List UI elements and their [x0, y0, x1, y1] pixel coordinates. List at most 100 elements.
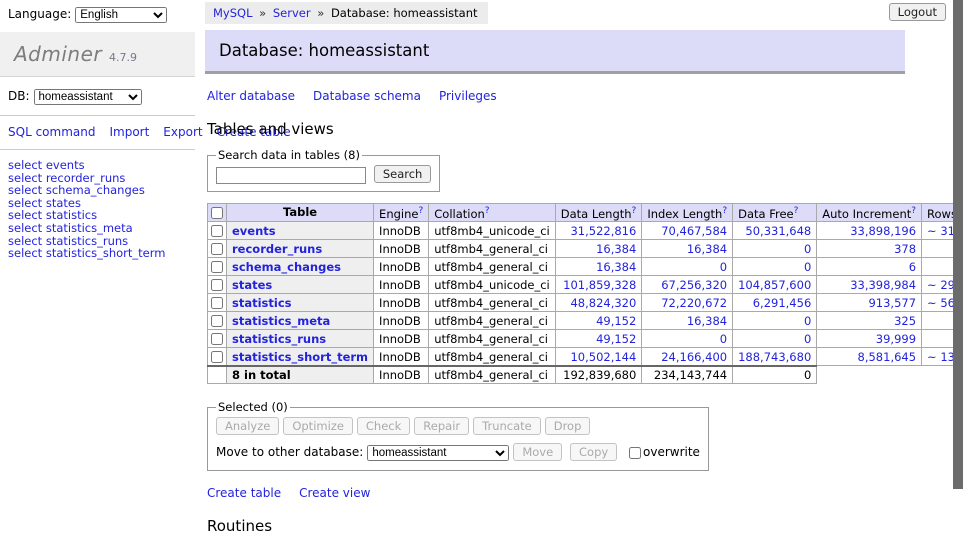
collation-cell: utf8mb4_unicode_ci [429, 276, 556, 294]
engine-cell: InnoDB [374, 330, 429, 348]
search-legend: Search data in tables (8) [216, 148, 362, 162]
help-link[interactable]: ? [485, 206, 490, 216]
row-checkbox[interactable] [211, 279, 223, 291]
index-length-link[interactable]: 72,220,672 [661, 296, 727, 310]
auto-increment-link[interactable]: 39,999 [876, 332, 916, 346]
create-link[interactable]: Create table [207, 486, 281, 500]
auto-increment-link[interactable]: 8,581,645 [858, 350, 917, 364]
data-length-link[interactable]: 10,502,144 [570, 350, 636, 364]
breadcrumb-mysql-link[interactable]: MySQL [213, 6, 253, 20]
table-row: schema_changes InnoDB utf8mb4_general_ci… [208, 258, 966, 276]
move-button[interactable]: Move [513, 443, 562, 461]
move-database-select[interactable]: homeassistant [367, 445, 509, 461]
adminer-version: 4.7.9 [109, 51, 137, 64]
sidebar-select-table-link[interactable]: select schema_changes [8, 184, 187, 197]
row-checkbox[interactable] [211, 351, 223, 363]
auto-increment-link[interactable]: 913,577 [868, 296, 916, 310]
row-checkbox[interactable] [211, 315, 223, 327]
selected-legend: Selected (0) [216, 400, 290, 414]
data-free-link[interactable]: 6,291,456 [753, 296, 812, 310]
selected-action-button[interactable]: Drop [545, 417, 591, 435]
database-action-link[interactable]: Privileges [439, 89, 497, 103]
data-length-link[interactable]: 31,522,816 [570, 224, 636, 238]
data-length-link[interactable]: 49,152 [596, 314, 636, 328]
index-length-link[interactable]: 0 [720, 332, 727, 346]
table-name-link[interactable]: statistics_meta [232, 314, 330, 328]
language-select[interactable]: English [75, 7, 167, 23]
table-name-link[interactable]: recorder_runs [232, 242, 322, 256]
database-action-link[interactable]: Alter database [207, 89, 295, 103]
selected-action-button[interactable]: Truncate [473, 417, 541, 435]
help-link[interactable]: ? [632, 206, 637, 216]
selected-action-button[interactable]: Check [357, 417, 410, 435]
table-name-link[interactable]: statistics_short_term [232, 350, 368, 364]
help-link[interactable]: ? [722, 206, 727, 216]
row-checkbox[interactable] [211, 243, 223, 255]
index-length-link[interactable]: 0 [720, 260, 727, 274]
overwrite-label: overwrite [629, 445, 700, 459]
sidebar-select-table-link[interactable]: select events [8, 159, 187, 172]
select-all-checkbox[interactable] [211, 207, 223, 219]
table-name-link[interactable]: statistics [232, 296, 292, 310]
row-checkbox[interactable] [211, 225, 223, 237]
table-create-links: Create table Create view [207, 486, 905, 500]
row-checkbox[interactable] [211, 261, 223, 273]
index-length-link[interactable]: 67,256,320 [661, 278, 727, 292]
column-header-data-free: Data Free? [733, 203, 817, 222]
help-link[interactable]: ? [794, 206, 799, 216]
search-input[interactable] [216, 167, 366, 184]
total-data-free: 0 [733, 366, 817, 384]
data-length-link[interactable]: 48,824,320 [570, 296, 636, 310]
table-name-link[interactable]: events [232, 224, 276, 238]
row-checkbox[interactable] [211, 333, 223, 345]
help-link[interactable]: ? [418, 206, 423, 216]
auto-increment-link[interactable]: 6 [909, 260, 916, 274]
auto-increment-link[interactable]: 325 [894, 314, 916, 328]
index-length-link[interactable]: 70,467,584 [661, 224, 727, 238]
search-button[interactable]: Search [374, 165, 432, 183]
data-length-link[interactable]: 101,859,328 [563, 278, 636, 292]
table-name-link[interactable]: states [232, 278, 272, 292]
logout-button[interactable]: Logout [889, 3, 946, 21]
sidebar-action-link[interactable]: SQL command [8, 125, 95, 139]
language-row: Language:English [0, 0, 195, 29]
create-link[interactable]: Create view [299, 486, 370, 500]
data-free-link[interactable]: 188,743,680 [738, 350, 811, 364]
data-free-link[interactable]: 0 [804, 332, 811, 346]
help-link[interactable]: ? [911, 206, 916, 216]
index-length-link[interactable]: 16,384 [687, 242, 727, 256]
vertical-scrollbar-thumb[interactable] [953, 0, 963, 489]
data-length-link[interactable]: 49,152 [596, 332, 636, 346]
table-row: states InnoDB utf8mb4_unicode_ci 101,859… [208, 276, 966, 294]
auto-increment-link[interactable]: 33,898,196 [850, 224, 916, 238]
auto-increment-link[interactable]: 33,398,984 [850, 278, 916, 292]
sidebar-select-table-link[interactable]: select statistics_meta [8, 222, 187, 235]
selected-action-button[interactable]: Analyze [216, 417, 279, 435]
data-free-link[interactable]: 0 [804, 314, 811, 328]
db-select[interactable]: homeassistant [34, 89, 142, 105]
total-collation: utf8mb4_general_ci [429, 366, 556, 384]
index-length-link[interactable]: 16,384 [687, 314, 727, 328]
sidebar-action-link[interactable]: Import [109, 125, 149, 139]
selected-action-button[interactable]: Repair [414, 417, 469, 435]
row-checkbox[interactable] [211, 297, 223, 309]
table-name-link[interactable]: schema_changes [232, 260, 341, 274]
copy-button[interactable]: Copy [570, 443, 617, 461]
vertical-scrollbar-track[interactable] [953, 0, 966, 543]
database-action-link[interactable]: Database schema [313, 89, 421, 103]
auto-increment-link[interactable]: 378 [894, 242, 916, 256]
data-free-link[interactable]: 104,857,600 [738, 278, 811, 292]
sidebar-select-table-link[interactable]: select statistics_short_term [8, 247, 187, 260]
data-length-link[interactable]: 16,384 [596, 260, 636, 274]
table-name-link[interactable]: statistics_runs [232, 332, 326, 346]
index-length-link[interactable]: 24,166,400 [661, 350, 727, 364]
overwrite-checkbox[interactable] [629, 447, 641, 459]
data-free-link[interactable]: 0 [804, 242, 811, 256]
data-free-link[interactable]: 50,331,648 [745, 224, 811, 238]
data-length-link[interactable]: 16,384 [596, 242, 636, 256]
collation-cell: utf8mb4_general_ci [429, 348, 556, 366]
breadcrumb-server-link[interactable]: Server [273, 6, 311, 20]
selected-action-button[interactable]: Optimize [283, 417, 353, 435]
data-free-link[interactable]: 0 [804, 260, 811, 274]
sidebar-actions: SQL commandImportExportCreate table [0, 116, 195, 150]
